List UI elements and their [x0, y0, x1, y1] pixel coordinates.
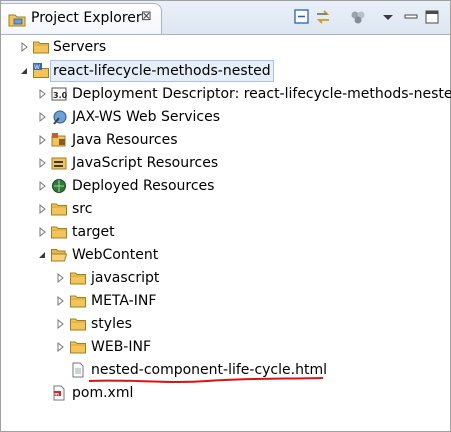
tree-item[interactable]: Servers: [1, 36, 450, 58]
collapsed-toggle-icon[interactable]: [55, 290, 65, 312]
tree-item-label: JAX-WS Web Services: [72, 109, 221, 125]
tree-item-label: pom.xml: [72, 385, 134, 401]
tree-item-label: Java Resources: [72, 132, 178, 148]
project-explorer-icon: [8, 12, 26, 32]
collapsed-toggle-icon[interactable]: [19, 36, 29, 58]
maximize-icon[interactable]: [423, 8, 441, 26]
filters-icon[interactable]: [349, 8, 367, 26]
folder-open-icon: [51, 247, 68, 263]
folder-icon: [51, 224, 67, 240]
tree-item-label: WebContent: [72, 247, 159, 263]
svg-text:m: m: [54, 392, 59, 397]
tree-item-label: Deployed Resources: [72, 178, 215, 194]
expanded-toggle-icon[interactable]: [37, 244, 47, 266]
folder-icon: [51, 201, 67, 217]
tree-item-label: JavaScript Resources: [72, 155, 219, 171]
project-explorer-view: Project Explorer ⊠ Servers W react-lifec…: [0, 0, 451, 432]
collapsed-toggle-icon[interactable]: [55, 267, 65, 289]
tree-item[interactable]: 3.0 Deployment Descriptor: react-lifecycl…: [1, 83, 451, 105]
collapsed-toggle-icon[interactable]: [37, 83, 47, 105]
deployed-resources-icon: [51, 178, 67, 194]
collapse-all-icon[interactable]: [293, 8, 311, 26]
tree-item-label: WEB-INF: [91, 339, 151, 355]
tree-item[interactable]: Deployed Resources: [1, 175, 450, 197]
tree-item[interactable]: target: [1, 221, 450, 243]
svg-text:3.0: 3.0: [53, 91, 67, 100]
view-header: Project Explorer ⊠: [1, 1, 450, 35]
web-services-icon: [51, 109, 67, 125]
tree-item[interactable]: src: [1, 198, 450, 220]
deployment-descriptor-icon: 3.0: [51, 86, 68, 102]
tree-item[interactable]: styles: [1, 313, 450, 335]
html-file-icon: [70, 362, 86, 378]
tree-item[interactable]: WebContent: [1, 244, 450, 266]
java-resources-icon: [51, 132, 67, 148]
tree-item-label: react-lifecycle-methods-nested: [50, 60, 274, 82]
tree-item[interactable]: JAX-WS Web Services: [1, 106, 450, 128]
folder-icon: [70, 293, 86, 309]
tree-item[interactable]: WEB-INF: [1, 336, 450, 358]
tree-item-label: target: [72, 224, 115, 240]
tree-item-label: Deployment Descriptor: react-lifecycle-m…: [72, 86, 451, 102]
collapsed-toggle-icon[interactable]: [37, 221, 47, 243]
folder-icon: [70, 316, 86, 332]
tree-item-label: META-INF: [91, 293, 157, 309]
collapsed-toggle-icon[interactable]: [37, 152, 47, 174]
collapsed-toggle-icon[interactable]: [37, 198, 47, 220]
folder-icon: [33, 39, 49, 55]
tree-item[interactable]: m pom.xml: [1, 382, 450, 404]
tab-title: Project Explorer: [31, 10, 142, 26]
collapsed-toggle-icon[interactable]: [37, 175, 47, 197]
close-icon[interactable]: ⊠: [141, 9, 152, 24]
tree-item-label: styles: [91, 316, 132, 332]
tree-item-label: Servers: [53, 39, 107, 55]
svg-text:W: W: [34, 64, 40, 71]
tree-item[interactable]: Java Resources: [1, 129, 450, 151]
collapsed-toggle-icon[interactable]: [37, 129, 47, 151]
collapsed-toggle-icon[interactable]: [55, 336, 65, 358]
tree-item-label: src: [72, 201, 93, 217]
folder-icon: [70, 339, 86, 355]
tab-project-explorer[interactable]: Project Explorer ⊠: [1, 3, 162, 34]
tree-item-selected[interactable]: Wreact-lifecycle-methods-nested: [1, 60, 450, 82]
expanded-toggle-icon[interactable]: [19, 60, 29, 82]
web-project-icon: W: [33, 63, 49, 79]
folder-icon: [70, 270, 86, 286]
link-with-editor-icon[interactable]: [315, 8, 333, 26]
tree-item[interactable]: JavaScript Resources: [1, 152, 450, 174]
collapsed-toggle-icon[interactable]: [37, 106, 47, 128]
collapsed-toggle-icon[interactable]: [55, 313, 65, 335]
view-menu-icon[interactable]: [379, 8, 397, 26]
tree-item-label: javascript: [91, 270, 160, 286]
tree-item[interactable]: META-INF: [1, 290, 450, 312]
tree-item[interactable]: javascript: [1, 267, 450, 289]
xml-file-icon: m: [51, 385, 67, 401]
minimize-icon[interactable]: [402, 8, 420, 26]
javascript-resources-icon: [51, 155, 67, 171]
